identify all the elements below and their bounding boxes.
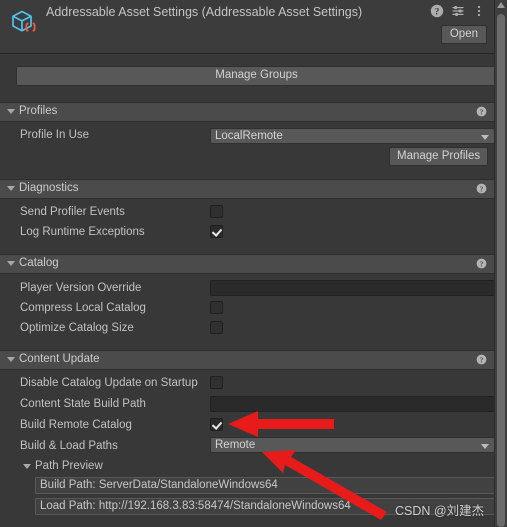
addressable-asset-cube-icon [9,7,41,39]
watermark-text: CSDN @刘建杰 [395,504,485,518]
kebab-menu-icon[interactable] [472,4,486,18]
svg-text:?: ? [435,8,440,18]
open-button[interactable]: Open [440,25,487,44]
svg-text:?: ? [480,184,484,193]
annotation-arrow-to-build-remote-catalog [228,411,334,437]
compress-local-catalog-checkbox[interactable] [210,301,223,314]
profile-in-use-label: Profile In Use [20,129,90,141]
log-runtime-exceptions-checkbox[interactable] [210,225,223,238]
profile-in-use-dropdown[interactable]: LocalRemote [210,128,495,144]
content-state-build-path-input[interactable] [210,396,495,412]
help-icon[interactable]: ? [476,183,487,194]
section-title-catalog: Catalog [19,257,59,269]
build-path-preview: Build Path: ServerData/StandaloneWindows… [35,477,495,494]
foldout-triangle-icon [7,357,15,362]
section-title-diagnostics: Diagnostics [19,182,79,194]
section-header-profiles[interactable]: Profiles ? [0,102,495,122]
content-state-build-path-label: Content State Build Path [20,398,146,410]
section-title-profiles: Profiles [19,105,58,117]
section-header-diagnostics[interactable]: Diagnostics ? [0,179,495,199]
chevron-down-icon [481,444,489,449]
player-version-override-label: Player Version Override [20,282,142,294]
path-preview-title: Path Preview [35,460,103,472]
send-profiler-events-checkbox[interactable] [210,205,223,218]
svg-text:?: ? [480,355,484,364]
optimize-catalog-size-checkbox[interactable] [210,321,223,334]
inspector-panel: Addressable Asset Settings (Addressable … [0,0,507,527]
manage-groups-button[interactable]: Manage Groups [16,66,497,86]
svg-text:?: ? [480,259,484,268]
page-title: Addressable Asset Settings (Addressable … [46,5,363,19]
foldout-triangle-icon [7,186,15,191]
path-preview-foldout[interactable]: Path Preview [0,458,495,476]
build-remote-catalog-label: Build Remote Catalog [20,419,132,431]
scroll-up-arrow-icon[interactable] [497,2,505,8]
build-load-paths-dropdown[interactable]: Remote [210,437,495,453]
help-icon[interactable]: ? [476,106,487,117]
build-remote-catalog-checkbox[interactable] [210,418,223,431]
preset-sliders-icon[interactable] [451,4,465,18]
log-runtime-exceptions-label: Log Runtime Exceptions [20,226,145,238]
vertical-scrollbar[interactable] [494,0,507,527]
profile-in-use-value: LocalRemote [215,130,283,142]
inspector-header: Addressable Asset Settings (Addressable … [0,0,495,54]
help-icon[interactable]: ? [476,354,487,365]
disable-catalog-update-label: Disable Catalog Update on Startup [20,377,198,389]
optimize-catalog-size-label: Optimize Catalog Size [20,322,134,334]
foldout-triangle-icon [7,109,15,114]
player-version-override-input[interactable] [210,280,495,296]
scrollbar-thumb[interactable] [497,14,505,527]
disable-catalog-update-checkbox[interactable] [210,376,223,389]
compress-local-catalog-label: Compress Local Catalog [20,302,146,314]
section-header-catalog[interactable]: Catalog ? [0,254,495,274]
chevron-down-icon [481,135,489,140]
header-icon-group: ? [430,4,486,18]
manage-profiles-button[interactable]: Manage Profiles [389,147,489,166]
build-load-paths-value: Remote [215,439,256,451]
send-profiler-events-label: Send Profiler Events [20,206,125,218]
foldout-triangle-icon [7,261,15,266]
help-icon[interactable]: ? [430,4,444,18]
section-header-content-update[interactable]: Content Update ? [0,350,495,370]
foldout-triangle-icon [23,464,31,469]
help-icon[interactable]: ? [476,258,487,269]
svg-text:?: ? [480,107,484,116]
build-load-paths-label: Build & Load Paths [20,440,118,452]
section-title-content-update: Content Update [19,353,100,365]
